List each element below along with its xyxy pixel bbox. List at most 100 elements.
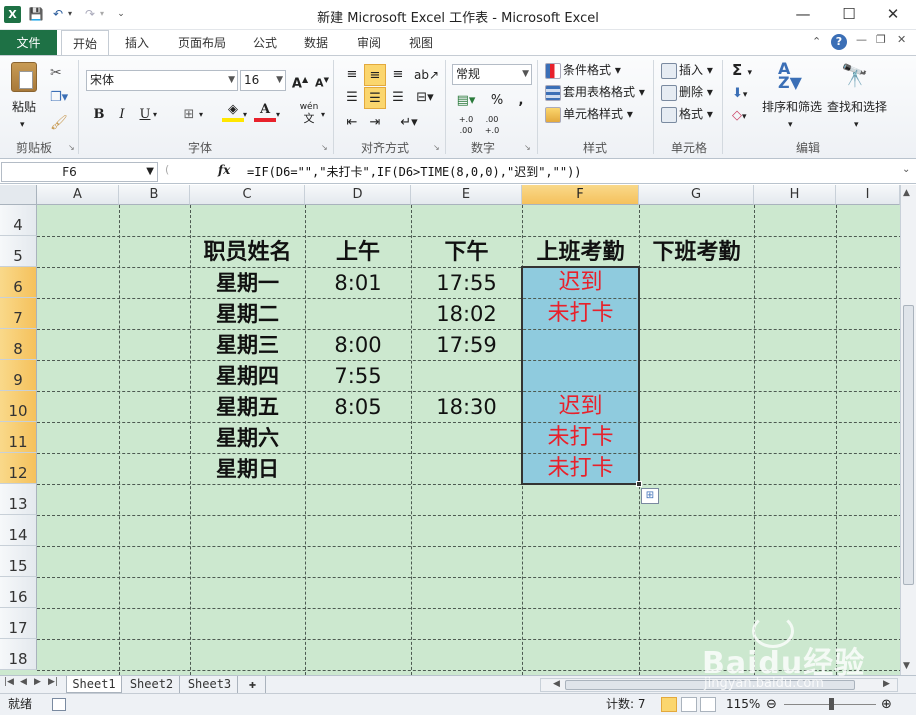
cell-c7[interactable]: 星期二 <box>190 299 305 329</box>
column-header-f[interactable]: F <box>522 185 639 205</box>
number-launcher-icon[interactable]: ↘ <box>524 143 531 152</box>
align-bottom-icon[interactable]: ≡ <box>387 64 409 86</box>
zoom-level[interactable]: 115% <box>726 694 760 715</box>
workbook-close-icon[interactable]: ✕ <box>897 33 906 46</box>
cell-c10[interactable]: 星期五 <box>190 392 305 422</box>
tab-home[interactable]: 开始 <box>61 30 109 56</box>
orientation-icon[interactable]: ab↗ <box>414 64 439 86</box>
cell-c6[interactable]: 星期一 <box>190 268 305 298</box>
format-cells-button[interactable]: 格式 ▾ <box>661 105 713 123</box>
scroll-down-icon[interactable]: ▼ <box>903 661 910 671</box>
conditional-format-button[interactable]: 条件格式 ▾ <box>545 61 621 79</box>
column-header-g[interactable]: G <box>639 185 754 205</box>
cell-e7[interactable]: 18:02 <box>411 299 522 329</box>
row-header-15[interactable]: 15 <box>0 546 37 577</box>
h-scroll-thumb[interactable] <box>565 680 855 690</box>
cell-e8[interactable]: 17:59 <box>411 330 522 360</box>
underline-dropdown-icon[interactable]: ▾ <box>150 104 160 126</box>
cell-d8[interactable]: 8:00 <box>305 330 411 360</box>
font-launcher-icon[interactable]: ↘ <box>321 143 328 152</box>
cell-e5-header-afternoon[interactable]: 下午 <box>411 237 522 267</box>
cell-d5-header-morning[interactable]: 上午 <box>305 237 411 267</box>
decrease-decimal-button[interactable]: .00 +.0 <box>481 114 503 136</box>
prev-sheet-icon[interactable]: ◀ <box>20 677 27 687</box>
cell-d9[interactable]: 7:55 <box>305 361 411 391</box>
cell-g5-header-checkout[interactable]: 下班考勤 <box>639 237 754 267</box>
page-break-view-icon[interactable] <box>700 697 716 712</box>
italic-button[interactable]: I <box>111 104 133 126</box>
name-box[interactable]: F6 ▼ <box>1 162 158 182</box>
sort-filter-icon[interactable]: A Z▼ <box>778 61 806 92</box>
column-header-c[interactable]: C <box>190 185 305 205</box>
workbook-minimize-icon[interactable]: — <box>856 33 867 46</box>
expand-formula-bar-icon[interactable]: ⌄ <box>902 164 910 175</box>
sheet-tab-sheet1[interactable]: Sheet1 <box>66 676 122 693</box>
cell-styles-button[interactable]: 单元格样式 ▾ <box>545 105 633 123</box>
align-middle-icon[interactable]: ≡ <box>364 64 386 86</box>
zoom-in-icon[interactable]: ⊕ <box>881 694 892 715</box>
align-right-icon[interactable]: ☰ <box>387 87 409 109</box>
insert-cells-button[interactable]: 插入 ▾ <box>661 61 713 79</box>
clear-icon[interactable]: ◇▾ <box>732 107 747 126</box>
cell-d6[interactable]: 8:01 <box>305 268 411 298</box>
help-icon[interactable]: ? <box>831 34 847 50</box>
format-painter-icon[interactable]: 🖌 <box>50 114 68 132</box>
scroll-up-icon[interactable]: ▲ <box>903 188 910 198</box>
row-header-16[interactable]: 16 <box>0 577 37 608</box>
bold-button[interactable]: B <box>88 104 110 126</box>
formula-bar-resize-icon[interactable]: ( <box>165 163 169 176</box>
row-header-17[interactable]: 17 <box>0 608 37 639</box>
normal-view-icon[interactable] <box>661 697 677 712</box>
tab-data[interactable]: 数据 <box>296 30 336 56</box>
cell-c9[interactable]: 星期四 <box>190 361 305 391</box>
cell-c8[interactable]: 星期三 <box>190 330 305 360</box>
format-as-table-button[interactable]: 套用表格格式 ▾ <box>545 83 645 101</box>
borders-dropdown-icon[interactable]: ▾ <box>196 104 206 126</box>
scroll-right-icon[interactable]: ▶ <box>883 679 890 689</box>
fill-handle[interactable] <box>636 481 642 487</box>
shrink-font-button[interactable]: A▼ <box>311 69 333 91</box>
workbook-restore-icon[interactable]: ❐ <box>876 33 886 46</box>
tab-file[interactable]: 文件 <box>0 30 57 56</box>
macro-record-icon[interactable] <box>52 698 66 711</box>
worksheet-grid[interactable]: A B C D E F G H I 4 5 6 7 8 9 10 11 12 1… <box>0 185 900 675</box>
find-select-dropdown-icon[interactable]: ▾ <box>854 116 859 134</box>
row-header-14[interactable]: 14 <box>0 515 37 546</box>
column-header-e[interactable]: E <box>411 185 522 205</box>
select-all-corner[interactable] <box>0 185 37 205</box>
tab-insert[interactable]: 插入 <box>115 30 159 56</box>
wrap-text-icon[interactable]: ↵▾ <box>398 112 420 134</box>
row-header-5[interactable]: 5 <box>0 236 37 267</box>
font-name-select[interactable]: 宋体 ▼ <box>86 70 238 91</box>
ribbon-minimize-icon[interactable]: ⌃ <box>812 35 821 48</box>
row-header-4[interactable]: 4 <box>0 205 37 236</box>
align-left-icon[interactable]: ☰ <box>341 87 363 109</box>
horizontal-scrollbar[interactable]: ◀ ▶ <box>540 678 898 692</box>
new-sheet-icon[interactable]: ✚ <box>240 676 266 693</box>
sheet-tab-sheet3[interactable]: Sheet3 <box>182 676 238 693</box>
tab-formulas[interactable]: 公式 <box>245 30 285 56</box>
maximize-button[interactable]: ☐ <box>826 0 872 28</box>
row-header-11[interactable]: 11 <box>0 422 37 453</box>
close-button[interactable]: ✕ <box>870 0 916 28</box>
column-header-b[interactable]: B <box>119 185 190 205</box>
fill-color-dropdown-icon[interactable]: ▾ <box>240 104 250 126</box>
minimize-button[interactable]: — <box>780 0 826 28</box>
paste-icon[interactable] <box>11 62 37 92</box>
font-color-dropdown-icon[interactable]: ▾ <box>273 104 283 126</box>
next-sheet-icon[interactable]: ▶ <box>34 677 41 687</box>
increase-indent-icon[interactable]: ⇥ <box>364 112 386 134</box>
cut-icon[interactable]: ✂ <box>50 64 62 82</box>
tab-page-layout[interactable]: 页面布局 <box>166 30 238 56</box>
scroll-left-icon[interactable]: ◀ <box>553 679 560 689</box>
find-select-icon[interactable]: 🔭 <box>841 64 868 89</box>
sort-filter-dropdown-icon[interactable]: ▾ <box>788 116 793 134</box>
autosum-button[interactable]: Σ ▾ <box>732 61 752 82</box>
name-box-dropdown-icon[interactable]: ▼ <box>146 163 154 181</box>
vertical-scrollbar[interactable]: ▲ ▼ <box>900 185 916 675</box>
grow-font-button[interactable]: A▲ <box>289 69 311 91</box>
column-header-d[interactable]: D <box>305 185 411 205</box>
row-header-12[interactable]: 12 <box>0 453 37 484</box>
cell-c11[interactable]: 星期六 <box>190 423 305 453</box>
row-header-6[interactable]: 6 <box>0 267 37 298</box>
